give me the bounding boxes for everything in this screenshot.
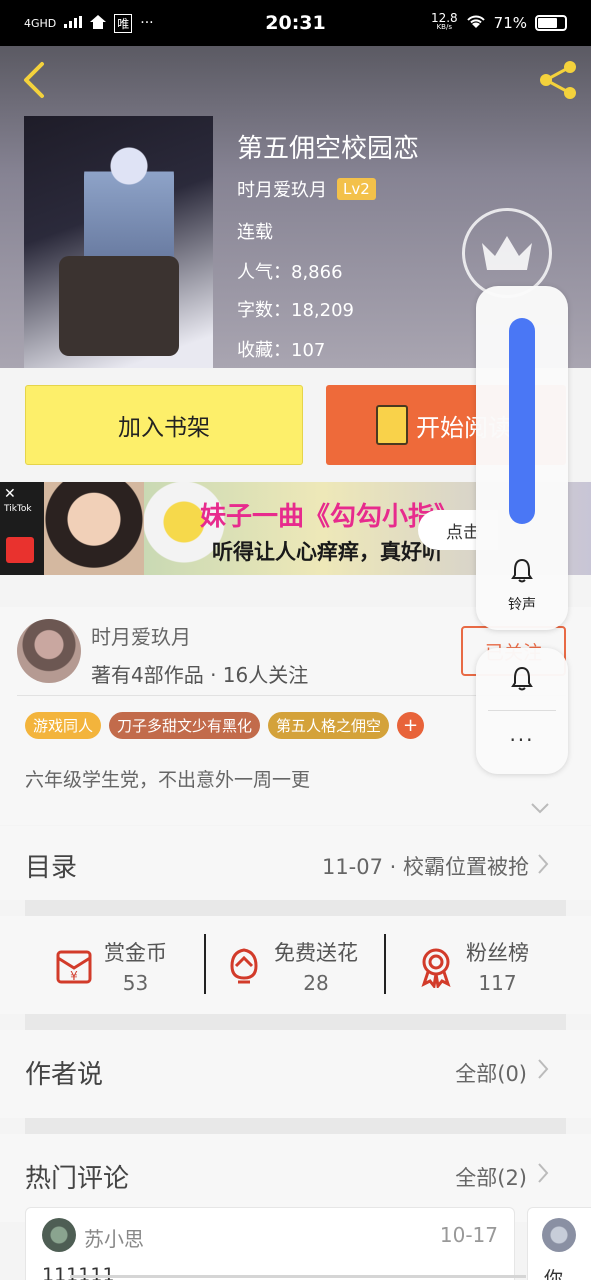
avatar[interactable] [542,1218,576,1252]
share-button[interactable] [537,58,581,102]
comment-text: 你 [544,1268,564,1280]
book-word-count: 字数：18,209 [237,300,354,321]
book-author-row: 时月爱玖月 Lv2 [237,176,376,202]
book-author[interactable]: 时月爱玖月 [237,176,327,202]
author-says-all[interactable]: 全部(0) [455,1058,527,1088]
volume-slider[interactable] [509,318,535,524]
bell-icon[interactable] [510,666,534,692]
stat-value: 117 [478,971,517,995]
reward-coins-button[interactable]: ¥ 赏金币 53 [52,934,167,998]
add-tag-button[interactable]: + [397,712,425,739]
close-icon[interactable]: ✕ [4,486,20,502]
crown-badge[interactable] [462,208,552,298]
medal-icon [421,948,451,988]
status-bar: 4GHD 唯 ··· 20:31 12.8 KB/s 71% [0,0,591,46]
more-options-button[interactable]: ··· [476,728,568,752]
author-name[interactable]: 时月爱玖月 [91,621,191,650]
stat-separator [384,934,386,994]
volume-panel: 铃声 [476,286,568,630]
chevron-right-icon [538,1163,549,1183]
flower-icon [230,948,258,984]
stats-row: ¥ 赏金币 53 免费送花 28 粉丝榜 117 [0,916,591,1014]
stat-value: 53 [122,971,149,995]
add-to-shelf-button[interactable]: 加入书架 [25,385,303,465]
ad-tiktok-panel: ✕ TikTok [0,482,44,575]
red-envelope-icon: ¥ [56,950,92,984]
red-envelope-icon [6,537,34,563]
send-flower-button[interactable]: 免费送花 28 [222,934,358,998]
book-title: 第五佣空校园恋 [237,134,420,164]
chevron-right-icon [538,854,549,874]
chevron-right-icon [538,1059,549,1079]
book-favorites: 收藏：107 [237,340,326,361]
divider [488,710,556,711]
comment-user: 苏小思 [84,1227,144,1251]
book-icon [376,405,408,445]
hot-comments-all[interactable]: 全部(2) [455,1162,527,1192]
stat-name: 赏金币 [104,941,167,965]
stat-name: 粉丝榜 [466,941,529,965]
latest-chapter: 11-07 · 校霸位置被抢 [321,855,529,879]
comment-card[interactable]: 苏小思 10-17 111111 [25,1207,515,1280]
svg-text:¥: ¥ [70,969,78,983]
book-cover[interactable] [24,116,213,368]
ad-photo [44,482,144,575]
avatar[interactable] [42,1218,76,1252]
section-gap [25,900,566,916]
author-says-section[interactable]: 作者说 全部(0) [0,1030,591,1118]
battery-icon [535,15,567,31]
tag-item[interactable]: 刀子多甜文少有黑化 [109,712,261,739]
avatar[interactable] [17,619,81,683]
volume-label: 铃声 [508,597,536,613]
stat-separator [204,934,206,994]
author-works: 著有4部作品 · 16人关注 [91,663,309,687]
book-popularity: 人气：8,866 [237,262,343,283]
section-gap [25,1118,566,1134]
tag-list: 游戏同人 刀子多甜文少有黑化 第五人格之佣空 + [25,712,425,739]
hot-comments-label: 热门评论 [25,1164,130,1194]
stat-name: 免费送花 [274,941,358,965]
stat-value: 28 [303,971,329,995]
fan-ranking-button[interactable]: 粉丝榜 117 [414,934,529,998]
catalog-label: 目录 [25,853,78,883]
author-says-label: 作者说 [25,1060,104,1090]
back-button[interactable] [18,60,50,100]
tag-item[interactable]: 游戏同人 [25,712,102,739]
crown-icon [482,236,532,270]
ad-tiktok-label: TikTok [4,504,32,514]
volume-options-panel: ··· [476,648,568,774]
author-level-badge: Lv2 [337,178,376,200]
scroll-indicator [70,1275,526,1278]
comment-date: 10-17 [439,1223,498,1247]
catalog-row[interactable]: 目录 11-07 · 校霸位置被抢 [0,826,591,900]
chevron-left-icon [24,62,44,98]
tag-item[interactable]: 第五人格之佣空 [268,712,390,739]
comment-card[interactable]: 你 [527,1207,591,1280]
book-status: 连载 [237,222,273,243]
bell-icon[interactable] [510,558,534,584]
ad-subline: 听得让人心痒痒，真好听 [212,540,443,564]
share-icon [540,61,576,99]
chevron-down-icon[interactable] [530,802,550,814]
clock: 20:31 [265,12,326,34]
book-description: 六年级学生党，不出意外一周一更 [25,769,311,791]
section-gap [25,1014,566,1030]
